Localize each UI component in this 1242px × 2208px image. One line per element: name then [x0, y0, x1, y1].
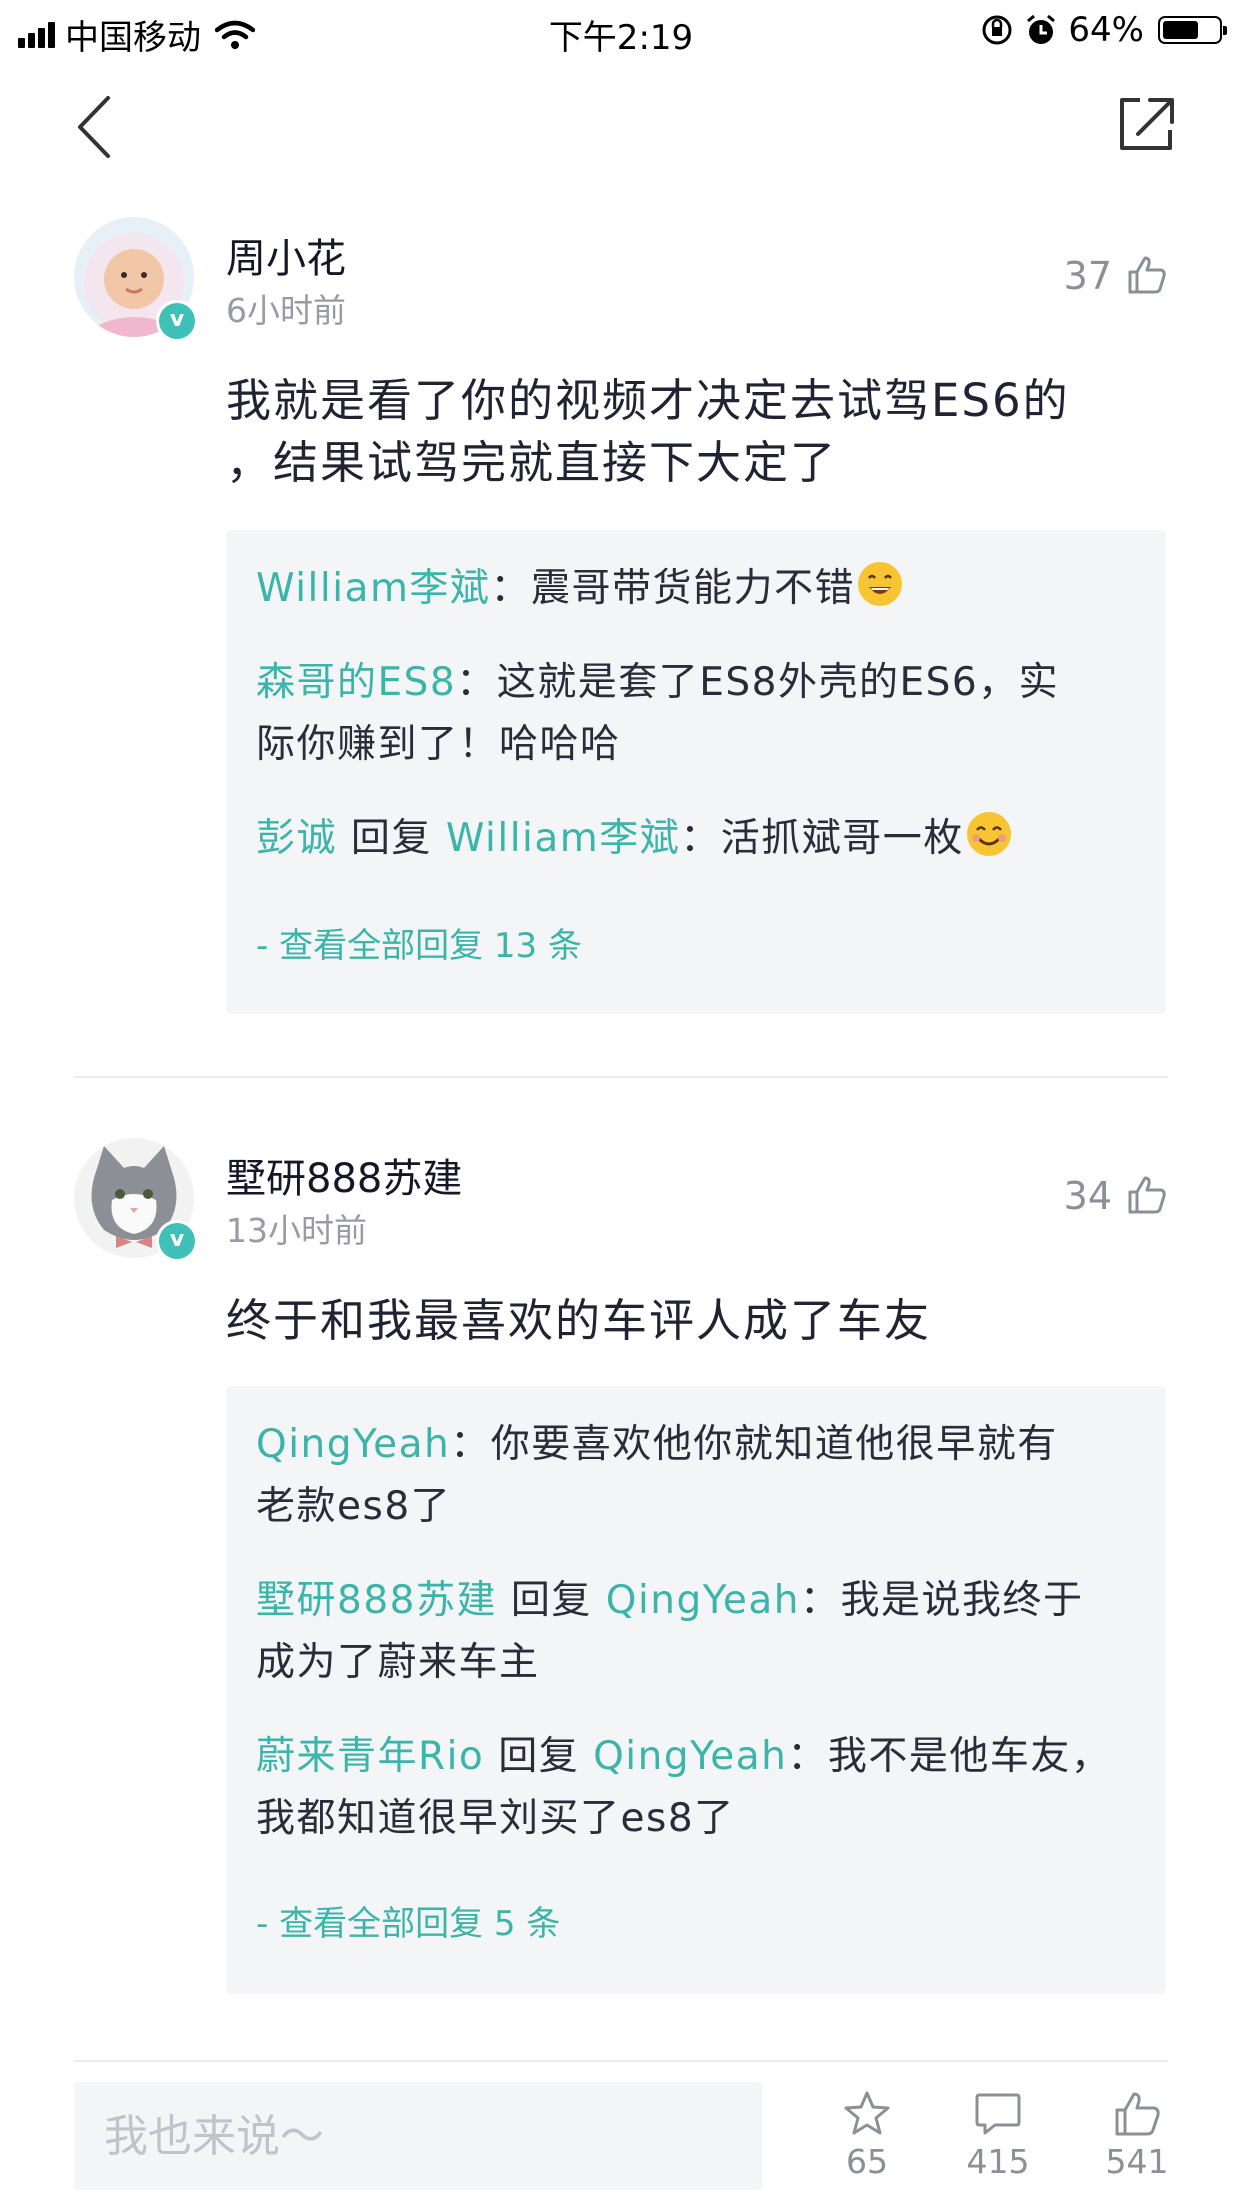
comment-time: 6小时前 — [226, 291, 346, 330]
verified-badge-icon: v — [156, 1220, 198, 1262]
status-bar: 中国移动 下午2:19 64% — [0, 0, 1242, 62]
reply-author[interactable]: 蔚来青年Rio — [256, 1734, 484, 1779]
reply-author[interactable]: William李斌 — [256, 566, 490, 611]
favorite-button[interactable]: 65 — [812, 2090, 922, 2181]
like-button[interactable]: 541 — [1082, 2090, 1192, 2181]
back-icon[interactable] — [70, 92, 120, 162]
battery-icon — [1158, 16, 1227, 44]
grinning-emoji-icon — [857, 562, 902, 606]
reply-author[interactable]: 彭诚 — [256, 816, 337, 861]
like-count: 34 — [1063, 1174, 1112, 1218]
orientation-lock-icon — [982, 15, 1012, 45]
comment-text: 我就是看了你的视频才决定去试驾ES6的 ，结果试驾完就直接下大定了 — [226, 374, 1070, 489]
reply-box: William李斌：震哥带货能力不错 森哥的ES8：这就是套了ES8外壳的ES6… — [226, 530, 1166, 1014]
comment-time: 13小时前 — [226, 1211, 367, 1250]
reply-author[interactable]: 墅研888苏建 — [256, 1578, 497, 1623]
reply-item[interactable]: 彭诚 回复 William李斌：活抓斌哥一枚 — [256, 808, 1136, 870]
reply-author[interactable]: QingYeah — [256, 1422, 450, 1467]
verified-badge-icon: v — [156, 300, 198, 342]
reply-item[interactable]: William李斌：震哥带货能力不错 — [256, 558, 1136, 620]
reply-target[interactable]: QingYeah — [593, 1734, 787, 1779]
comment-count: 415 — [966, 2142, 1030, 2181]
reply-target[interactable]: William李斌 — [446, 816, 680, 861]
reply-author[interactable]: 森哥的ES8 — [256, 660, 456, 705]
smiling-emoji-icon — [966, 812, 1011, 856]
reply-item[interactable]: 森哥的ES8：这就是套了ES8外壳的ES6，实 际你赚到了！哈哈哈 — [256, 652, 1136, 776]
comments-button[interactable]: 415 — [943, 2090, 1053, 2181]
thumbs-up-icon[interactable] — [1126, 1174, 1168, 1216]
share-icon[interactable] — [1116, 92, 1176, 154]
reply-target[interactable]: QingYeah — [606, 1578, 800, 1623]
reply-box: QingYeah：你要喜欢他你就知道他很早就有 老款es8了 墅研888苏建 回复… — [226, 1386, 1166, 1994]
view-all-replies-link[interactable]: - 查看全部回复 13 条 — [256, 918, 582, 967]
comment-input-box[interactable] — [74, 2082, 762, 2190]
like-total: 541 — [1105, 2142, 1169, 2181]
view-all-replies-link[interactable]: - 查看全部回复 5 条 — [256, 1896, 560, 1945]
comment-input[interactable] — [74, 2082, 744, 2190]
reply-item[interactable]: QingYeah：你要喜欢他你就知道他很早就有 老款es8了 — [256, 1414, 1136, 1538]
divider — [74, 1076, 1168, 1078]
divider — [74, 2060, 1168, 2062]
reply-item[interactable]: 蔚来青年Rio 回复 QingYeah：我不是他车友， 我都知道很早刘买了es8了 — [256, 1726, 1136, 1850]
comment-username[interactable]: 墅研888苏建 — [226, 1146, 462, 1204]
reply-item[interactable]: 墅研888苏建 回复 QingYeah：我是说我终于 成为了蔚来车主 — [256, 1570, 1136, 1694]
thumbs-up-icon[interactable] — [1126, 254, 1168, 296]
battery-percent: 64% — [1068, 10, 1144, 50]
alarm-icon — [1027, 14, 1056, 44]
like-count: 37 — [1063, 254, 1112, 298]
star-icon — [844, 2091, 890, 2135]
thumbs-up-icon — [1115, 2092, 1160, 2136]
comment-username[interactable]: 周小花 — [226, 226, 346, 284]
favorite-count: 65 — [846, 2142, 888, 2181]
comment-text: 终于和我最喜欢的车评人成了车友 — [226, 1294, 932, 1347]
comment-bubble-icon — [975, 2093, 1021, 2135]
